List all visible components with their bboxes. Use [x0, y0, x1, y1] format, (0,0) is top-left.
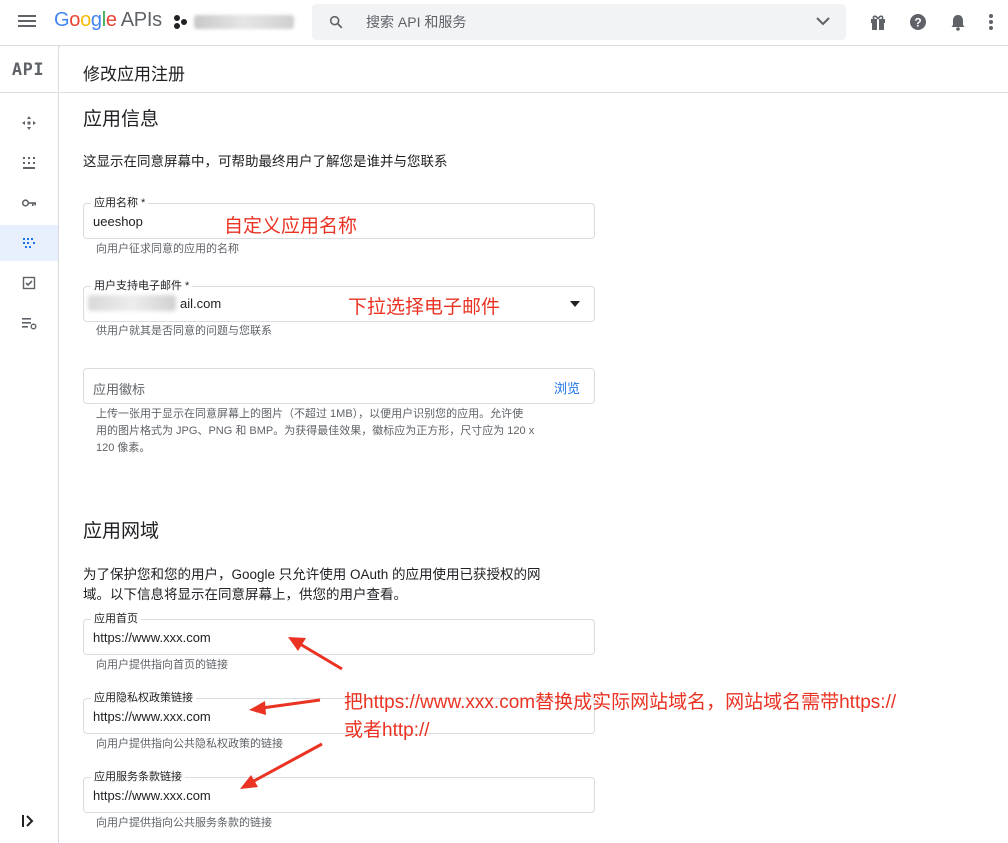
support-email-helper: 供用户就其是否同意的问题与您联系	[96, 325, 272, 337]
annotation-domain-line1: 把https://www.xxx.com替换成实际网站域名，网站域名需带http…	[344, 692, 897, 713]
terms-of-service-helper: 向用户提供指向公共服务条款的链接	[96, 817, 272, 829]
dropdown-arrow-icon[interactable]	[570, 301, 580, 307]
gift-icon[interactable]	[868, 12, 888, 32]
app-domain-description-1: 为了保护您和您的用户，Google 只允许使用 OAuth 的应用使用已获授权的…	[83, 567, 541, 582]
help-icon[interactable]: ?	[908, 12, 928, 32]
rail-item-library[interactable]	[0, 145, 58, 181]
more-vert-icon[interactable]	[986, 12, 996, 32]
rail-item-domain-verification[interactable]	[0, 265, 58, 301]
app-logo-field[interactable]: 应用徽标 浏览	[83, 368, 595, 404]
project-dots-icon	[174, 15, 190, 29]
rail-item-credentials[interactable]	[0, 185, 58, 221]
settings-list-icon	[22, 318, 37, 330]
homepage-helper: 向用户提供指向首页的链接	[96, 659, 228, 671]
rail-item-dashboard[interactable]	[0, 105, 58, 141]
app-name-helper: 向用户征求同意的应用的名称	[96, 243, 239, 255]
support-email-label: 用户支持电子邮件 *	[91, 279, 193, 293]
checkbox-icon	[22, 276, 36, 290]
api-label: API	[11, 60, 45, 80]
google-apis-logo[interactable]: Google APIs	[54, 9, 162, 32]
expand-rail-icon[interactable]	[18, 812, 38, 830]
grid-library-icon	[23, 157, 35, 169]
app-logo-helper-3: 120 像素。	[96, 442, 151, 454]
annotation-domain-line2: 或者http://	[344, 720, 430, 741]
privacy-policy-helper: 向用户提供指向公共隐私权政策的链接	[96, 738, 283, 750]
terms-of-service-input[interactable]	[93, 778, 563, 812]
support-email-select[interactable]: 用户支持电子邮件 * ail.com	[83, 279, 595, 322]
search-input[interactable]	[366, 4, 796, 40]
terms-of-service-field[interactable]: 应用服务条款链接	[83, 770, 595, 813]
chevron-down-icon[interactable]	[816, 16, 830, 26]
oauth-consent-icon	[23, 238, 35, 248]
menu-icon[interactable]	[16, 12, 38, 32]
app-info-description: 这显示在同意屏幕中，可帮助最终用户了解您是谁并与您联系	[83, 154, 448, 169]
bell-icon[interactable]	[948, 12, 968, 32]
support-email-value: ail.com	[180, 296, 222, 311]
section-title-app-info: 应用信息	[83, 109, 160, 130]
page-title: 修改应用注册	[83, 65, 185, 84]
rail-item-page-usage-agreements[interactable]	[0, 305, 58, 341]
svg-text:?: ?	[914, 16, 921, 30]
key-icon	[21, 199, 36, 207]
app-domain-description-2: 域。以下信息将显示在同意屏幕上，供您的用户查看。	[83, 587, 407, 602]
homepage-field[interactable]: 应用首页	[83, 612, 595, 655]
browse-button[interactable]: 浏览	[554, 378, 580, 397]
search-bar[interactable]	[312, 4, 846, 40]
main-content: 应用信息 这显示在同意屏幕中，可帮助最终用户了解您是谁并与您联系 应用名称 * …	[60, 94, 1008, 843]
app-logo-helper-1: 上传一张用于显示在同意屏幕上的图片（不超过 1MB），以便用户识别您的应用。允许…	[96, 408, 524, 420]
diamond-arrows-icon	[22, 116, 36, 130]
top-app-bar: GoogleAPIs ?	[0, 0, 1008, 46]
project-selector[interactable]	[174, 11, 304, 33]
search-icon[interactable]	[328, 14, 344, 30]
page-header: 修改应用注册	[60, 46, 1008, 93]
app-logo-placeholder: 应用徽标	[93, 382, 146, 397]
section-title-app-domain: 应用网域	[83, 521, 160, 542]
rail-divider	[0, 92, 59, 93]
project-name-redacted	[194, 15, 294, 29]
rail-item-oauth-consent[interactable]	[0, 225, 58, 261]
app-logo-helper-2: 用的图片格式为 JPG、PNG 和 BMP。为获得最佳效果，徽标应为正方形，尺寸…	[96, 425, 535, 437]
homepage-input[interactable]	[93, 620, 563, 654]
annotation-email: 下拉选择电子邮件	[348, 297, 501, 318]
email-redacted	[88, 295, 176, 311]
annotation-app-name: 自定义应用名称	[224, 216, 358, 237]
left-nav-rail: API	[0, 46, 59, 843]
